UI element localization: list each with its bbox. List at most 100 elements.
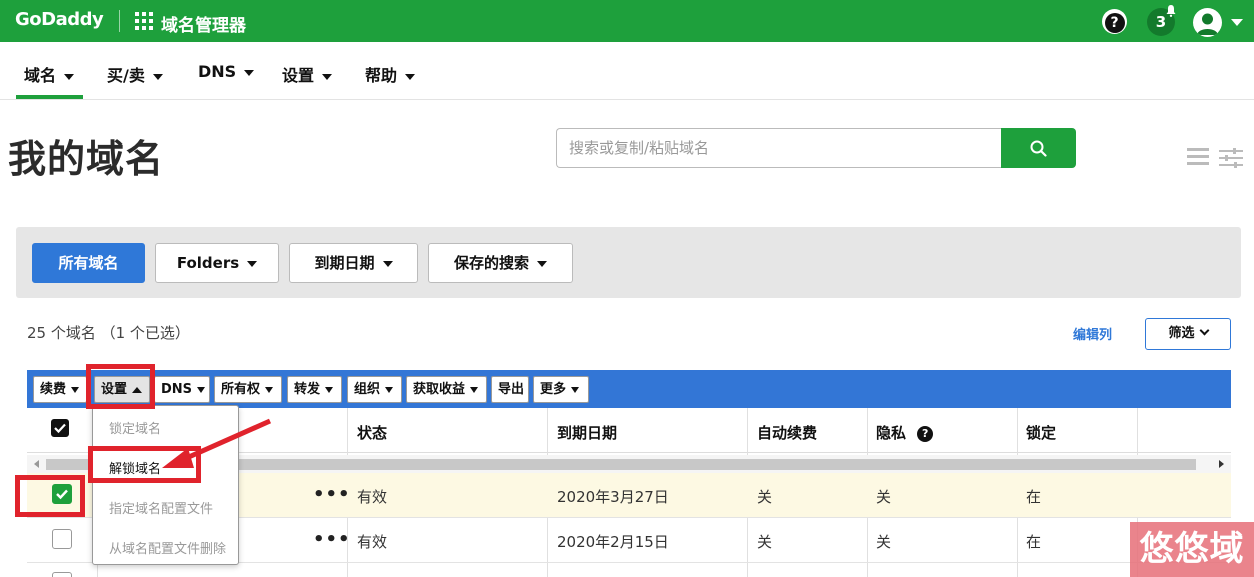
column-header-auto-renew[interactable]: 自动续费: [757, 422, 817, 443]
privacy-label: 隐私: [876, 424, 907, 442]
nav-item-label: DNS: [198, 62, 237, 81]
search-icon: [1030, 140, 1047, 157]
row-status: 有效: [357, 488, 388, 506]
sliders-icon[interactable]: [1219, 148, 1243, 168]
search-input[interactable]: [556, 128, 1002, 168]
folders-label: Folders: [176, 254, 240, 272]
user-icon: [1197, 13, 1218, 35]
row-checkbox[interactable]: [52, 572, 72, 577]
avatar[interactable]: [1193, 8, 1222, 37]
bell-icon: [1166, 5, 1176, 17]
row-privacy[interactable]: 关: [876, 531, 891, 552]
chevron-down-icon: [152, 73, 163, 80]
menu-item-assign-profile[interactable]: 指定域名配置文件: [109, 498, 213, 517]
nav-item-settings[interactable]: 设置: [282, 62, 333, 86]
app-title: 域名管理器: [161, 16, 246, 36]
top-divider: [119, 10, 120, 32]
nav-item-label: 设置: [282, 66, 315, 85]
chevron-down-icon: [71, 386, 80, 393]
saved-searches-dropdown[interactable]: 保存的搜索: [428, 243, 573, 283]
ownership-label: 所有权: [221, 382, 261, 397]
chevron-down-icon: [325, 386, 334, 393]
folders-dropdown[interactable]: Folders: [155, 243, 279, 283]
godaddy-logo[interactable]: GoDaddy: [15, 9, 104, 30]
renew-label: 续费: [40, 382, 67, 397]
monetize-dropdown[interactable]: 获取收益: [406, 376, 487, 403]
menu-item-remove-profile[interactable]: 从域名配置文件删除: [109, 538, 226, 557]
row-auto-renew[interactable]: 关: [757, 486, 772, 507]
help-icon[interactable]: ?: [1102, 9, 1127, 34]
help-icon[interactable]: ?: [917, 426, 934, 442]
nav-item-label: 买/卖: [107, 66, 145, 85]
nav-item-label: 域名: [24, 66, 57, 85]
organize-label: 组织: [354, 382, 381, 397]
chevron-down-icon: [322, 73, 333, 80]
search-button[interactable]: [1001, 128, 1076, 168]
row-expiry: 2020年3月27日: [557, 488, 669, 506]
notification-count: 3: [1155, 13, 1167, 31]
organize-dropdown[interactable]: 组织: [347, 376, 402, 403]
page-title: 我的域名: [8, 137, 165, 181]
forwarding-dropdown[interactable]: 转发: [287, 376, 342, 403]
expiry-date-label: 到期日期: [314, 254, 375, 272]
row-actions-button[interactable]: •••: [313, 529, 351, 550]
nav-item-buy-sell[interactable]: 买/卖: [107, 62, 163, 86]
forwarding-label: 转发: [294, 382, 321, 397]
nav-active-underline: [16, 95, 83, 99]
more-label: 更多: [540, 382, 567, 397]
more-dropdown[interactable]: 更多: [533, 376, 589, 403]
list-view-icon[interactable]: [1187, 148, 1209, 168]
dns-dropdown[interactable]: DNS: [154, 376, 210, 403]
scroll-right-icon[interactable]: [1219, 460, 1224, 468]
chevron-down-icon: [385, 386, 394, 393]
column-header-expiry[interactable]: 到期日期: [557, 422, 617, 443]
row-lock[interactable]: 在: [1026, 486, 1041, 507]
renew-dropdown[interactable]: 续费: [33, 376, 87, 403]
row-expiry: 2020年2月15日: [557, 533, 669, 551]
app-grid-icon[interactable]: [135, 12, 153, 30]
watermark: 悠悠域名: [1130, 522, 1254, 577]
menu-item-lock-domain[interactable]: 锁定域名: [109, 418, 161, 437]
chevron-down-icon: [197, 386, 206, 393]
chevron-down-icon: [470, 386, 479, 393]
saved-searches-label: 保存的搜索: [453, 254, 529, 272]
filter-label: 筛选: [1168, 326, 1195, 341]
all-domains-button[interactable]: 所有域名: [32, 243, 145, 283]
nav-item-domains[interactable]: 域名: [24, 62, 75, 86]
column-header-privacy[interactable]: 隐私 ?: [876, 422, 934, 443]
row-status: 有效: [357, 533, 388, 551]
chevron-down-icon: [244, 69, 255, 76]
annotation-arrow-icon: [162, 418, 272, 468]
chevron-down-icon: [382, 260, 393, 267]
domain-count: 25 个域名 （1 个已选）: [27, 324, 190, 342]
monetize-label: 获取收益: [413, 382, 466, 397]
column-header-status[interactable]: 状态: [357, 422, 387, 443]
row-lock[interactable]: 在: [1026, 531, 1041, 552]
nav-item-help[interactable]: 帮助: [365, 62, 416, 86]
export-button[interactable]: 导出: [491, 376, 529, 403]
filter-dropdown[interactable]: 筛选: [1145, 318, 1231, 350]
dns-label: DNS: [161, 382, 193, 397]
row-privacy[interactable]: 关: [876, 486, 891, 507]
scroll-left-icon[interactable]: [34, 460, 39, 468]
column-header-lock[interactable]: 锁定: [1026, 422, 1056, 443]
select-all-checkbox[interactable]: [51, 419, 69, 437]
ownership-dropdown[interactable]: 所有权: [214, 376, 282, 403]
annotation-box-settings: [86, 364, 155, 409]
chevron-down-icon: [571, 386, 580, 393]
expiry-date-dropdown[interactable]: 到期日期: [289, 243, 418, 283]
nav-item-label: 帮助: [365, 66, 398, 85]
account-chevron-down-icon[interactable]: [1231, 19, 1243, 26]
main-nav: [0, 42, 1254, 100]
chevron-down-icon: [1199, 325, 1209, 336]
edit-columns-link[interactable]: 编辑列: [1073, 324, 1112, 343]
row-auto-renew[interactable]: 关: [757, 531, 772, 552]
chevron-down-icon: [64, 73, 75, 80]
chevron-down-icon: [405, 73, 416, 80]
row-checkbox[interactable]: [52, 529, 72, 549]
row-actions-button[interactable]: •••: [313, 484, 351, 505]
export-label: 导出: [498, 382, 525, 397]
chevron-down-icon: [265, 386, 274, 393]
chevron-down-icon: [247, 260, 258, 267]
nav-item-dns[interactable]: DNS: [198, 62, 255, 81]
